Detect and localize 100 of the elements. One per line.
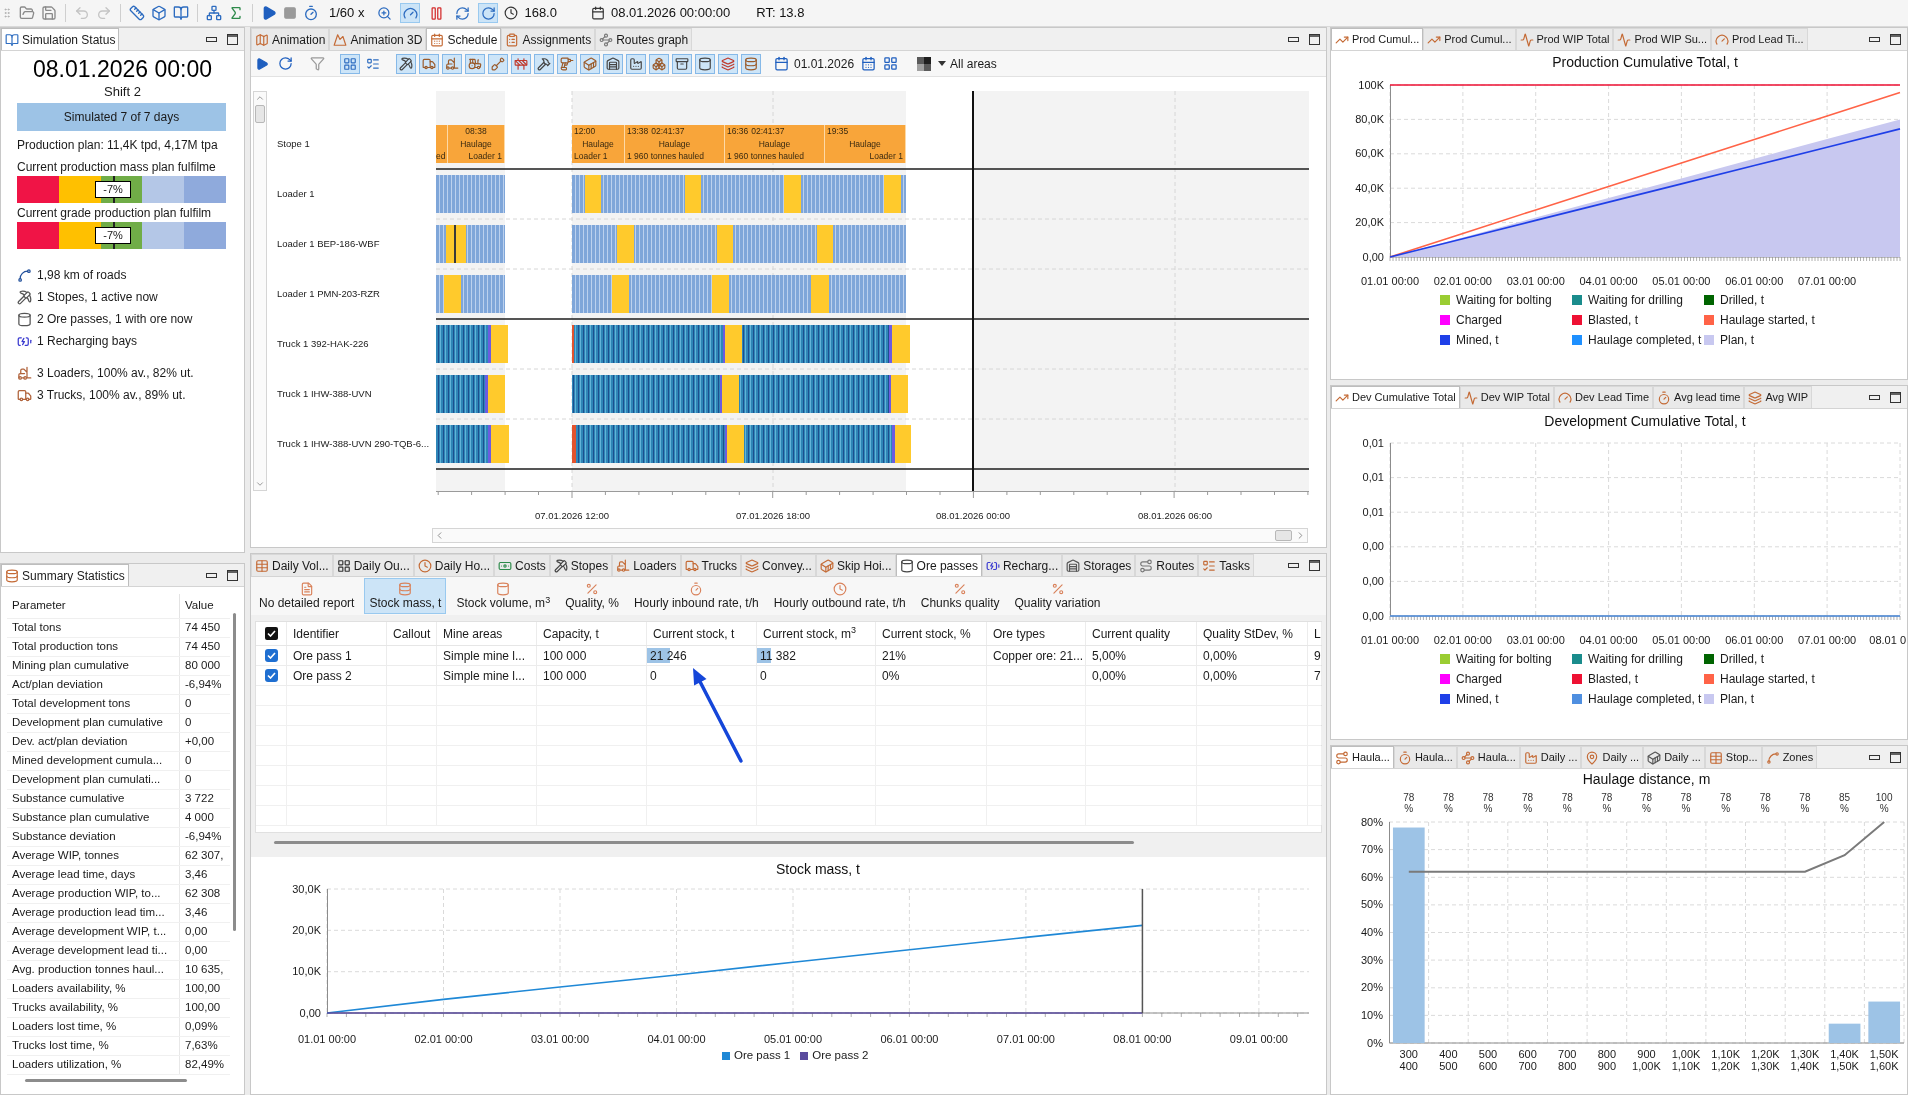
- panel-tab[interactable]: Haula...: [1331, 746, 1394, 768]
- panel-tab[interactable]: Avg lead time: [1653, 386, 1745, 408]
- report-type-button[interactable]: Quality, %: [560, 578, 624, 614]
- maximize-icon[interactable]: [1890, 33, 1901, 45]
- toggle-button[interactable]: [465, 53, 485, 74]
- scrollbar-thumb[interactable]: [274, 841, 1134, 844]
- maximize-icon[interactable]: [1309, 33, 1320, 45]
- maximize-icon[interactable]: [1309, 559, 1320, 571]
- minimize-icon[interactable]: [206, 572, 217, 578]
- scrollbar-thumb[interactable]: [25, 1079, 187, 1082]
- toggle-button[interactable]: [626, 53, 646, 74]
- vertical-scrollbar[interactable]: [253, 91, 267, 491]
- minimize-icon[interactable]: [1869, 754, 1880, 760]
- toggle-button[interactable]: [695, 53, 715, 74]
- panel-tab[interactable]: Trucks: [680, 554, 742, 576]
- toggle-button[interactable]: [672, 53, 692, 74]
- cube-icon[interactable]: [151, 5, 167, 21]
- network-icon[interactable]: [206, 5, 222, 21]
- panel-tab[interactable]: Haula...: [1456, 746, 1520, 768]
- panel-tab[interactable]: Daily Vol...: [251, 554, 333, 576]
- toggle-button[interactable]: [340, 53, 360, 74]
- maximize-icon[interactable]: [1890, 391, 1901, 403]
- book-icon[interactable]: [173, 5, 189, 21]
- panel-tab[interactable]: Convey...: [741, 554, 816, 576]
- maximize-icon[interactable]: [227, 569, 238, 581]
- toggle-button[interactable]: [557, 53, 577, 74]
- report-type-button[interactable]: Hourly outbound rate, t/h: [768, 578, 911, 614]
- minimize-icon[interactable]: [1288, 562, 1299, 568]
- minimize-icon[interactable]: [1869, 36, 1880, 42]
- toggle-button[interactable]: [442, 53, 462, 74]
- task-block[interactable]: 19:35 Haulage Loader 1: [825, 125, 906, 163]
- checkerboard-icon[interactable]: [917, 56, 932, 71]
- stop-icon[interactable]: [283, 6, 297, 20]
- panel-tab[interactable]: Storages: [1062, 554, 1136, 576]
- panel-tab[interactable]: Haula...: [1393, 746, 1457, 768]
- panel-tab[interactable]: Daily ...: [1519, 746, 1582, 768]
- panel-tab[interactable]: Skip Hoi...: [815, 554, 896, 576]
- row-checkbox[interactable]: [264, 669, 278, 682]
- toggle-button[interactable]: [400, 3, 421, 23]
- panel-tab[interactable]: Dev Lead Time: [1554, 386, 1653, 408]
- ruler-icon[interactable]: [129, 5, 145, 21]
- grid-icon[interactable]: [883, 56, 899, 71]
- toggle-button[interactable]: [488, 53, 508, 74]
- toggle-button[interactable]: [419, 53, 439, 74]
- task-block[interactable]: ed: [436, 125, 448, 163]
- panel-tab[interactable]: Prod WIP Total: [1515, 28, 1614, 50]
- sigma-icon[interactable]: [228, 5, 244, 21]
- report-type-button[interactable]: Hourly inbound rate, t/h: [628, 578, 764, 614]
- minimize-icon[interactable]: [1288, 36, 1299, 42]
- panel-tab[interactable]: Tasks: [1198, 554, 1255, 576]
- panel-tab[interactable]: Schedule: [426, 28, 502, 50]
- calendar-icon[interactable]: [774, 56, 789, 71]
- toggle-button[interactable]: [534, 53, 554, 74]
- filter-icon[interactable]: [310, 56, 325, 71]
- toggle-button[interactable]: [603, 53, 623, 74]
- row-checkbox[interactable]: [264, 649, 278, 662]
- scrollbar-thumb[interactable]: [233, 613, 236, 931]
- panel-tab[interactable]: Daily ...: [1643, 746, 1705, 768]
- report-type-button[interactable]: Stock mass, t: [364, 578, 447, 614]
- toggle-button[interactable]: [741, 53, 761, 74]
- task-block[interactable]: 13:38 02:41:37 Haulage 1 960 tonnes hauled: [625, 125, 725, 163]
- panel-tab[interactable]: Recharg...: [981, 554, 1063, 576]
- panel-tab[interactable]: Summary Statistics: [1, 564, 129, 586]
- calendar-icon[interactable]: [861, 56, 877, 71]
- panel-tab[interactable]: Simulation Status: [1, 28, 120, 50]
- panel-tab[interactable]: Animation: [251, 28, 330, 50]
- panel-tab[interactable]: Loaders: [612, 554, 681, 576]
- panel-tab[interactable]: Assignments: [501, 28, 596, 50]
- panel-tab[interactable]: Prod Lead Ti...: [1711, 28, 1808, 50]
- maximize-icon[interactable]: [227, 33, 238, 45]
- panel-tab[interactable]: Prod WIP Su...: [1613, 28, 1712, 50]
- toggle-button[interactable]: [718, 53, 738, 74]
- area-filter-dropdown[interactable]: All areas: [938, 54, 997, 73]
- panel-tab[interactable]: Routes graph: [595, 28, 693, 50]
- task-block[interactable]: 08:38 Haulage Loader 1: [448, 125, 505, 163]
- report-type-button[interactable]: Quality variation: [1009, 578, 1106, 614]
- panel-tab[interactable]: Prod Cumul...: [1331, 28, 1424, 50]
- horizontal-scrollbar[interactable]: [432, 528, 1308, 543]
- play-icon[interactable]: [255, 56, 269, 71]
- task-block[interactable]: 12:00 Haulage Loader 1: [572, 125, 625, 163]
- panel-tab[interactable]: Stopes: [549, 554, 613, 576]
- panel-tab[interactable]: Routes: [1135, 554, 1199, 576]
- minimize-icon[interactable]: [206, 36, 217, 42]
- toggle-button[interactable]: [396, 53, 416, 74]
- save-icon[interactable]: [41, 5, 57, 21]
- scrollbar-thumb[interactable]: [1275, 530, 1292, 541]
- panel-tab[interactable]: Prod Cumul...: [1423, 28, 1516, 50]
- toggle-button[interactable]: [478, 3, 499, 23]
- task-block[interactable]: 16:36 02:41:37 Haulage 1 960 tonnes hauled: [725, 125, 825, 163]
- panel-tab[interactable]: Daily ...: [1581, 746, 1644, 768]
- timer-icon[interactable]: [303, 5, 319, 21]
- report-type-button[interactable]: Chunks quality: [915, 578, 1005, 614]
- panel-tab[interactable]: Ore passes: [895, 554, 982, 576]
- select-all-checkbox[interactable]: [264, 627, 278, 640]
- maximize-icon[interactable]: [1890, 751, 1901, 763]
- toggle-button[interactable]: [580, 53, 600, 74]
- minimize-icon[interactable]: [1869, 394, 1880, 400]
- panel-tab[interactable]: Costs: [494, 554, 550, 576]
- scrollbar-thumb[interactable]: [255, 105, 265, 123]
- play-icon[interactable]: [261, 5, 277, 21]
